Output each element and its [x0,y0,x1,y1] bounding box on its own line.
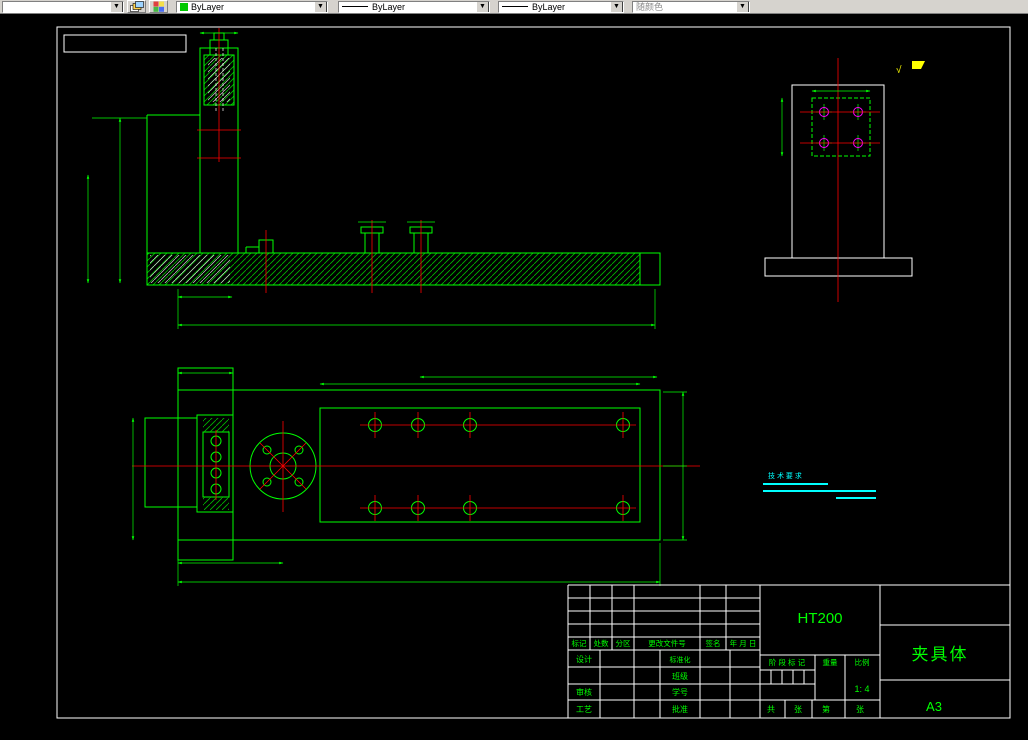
bolt-holes [816,104,866,151]
color-swatch [180,2,188,11]
lineweight-combo[interactable]: ByLayer ▼ [498,0,624,13]
layer-states-icon[interactable] [149,0,168,13]
svg-text:√: √ [896,64,902,76]
layer-combo[interactable]: ▼ [2,0,124,13]
label-check: 审核 [576,687,592,697]
hdr-date: 年 月 日 [730,638,757,648]
properties-toolbar: ▼ ByLayer ▼ ByLayer ▼ ByLayer ▼ 随颜色 ▼ [0,0,1028,14]
label-standardization: 标准化 [670,655,691,664]
hdr-sign: 签名 [706,638,721,648]
cad-drawing[interactable]: √ 技 术 要 求 标记 处数 分区 更改文件号 签名 年 月 日 设计 标准化… [0,14,1028,735]
layers-icon [129,1,144,12]
linetype-combo-value: ByLayer [372,1,406,12]
column-footprint [177,367,234,561]
drawing-canvas[interactable]: √ 技 术 要 求 标记 处数 分区 更改文件号 签名 年 月 日 设计 标准化… [0,14,1028,735]
label-approve: 批准 [672,704,688,714]
base-outline [764,257,913,277]
linetype-sample [342,6,368,7]
sheets-ordinal: 第 [822,704,830,714]
label-scale: 比例 [855,657,870,667]
color-combo-value: ByLayer [191,1,225,12]
label-class: 班级 [672,671,688,681]
hdr-count: 处数 [594,638,609,648]
paper-size: A3 [926,699,942,714]
color-combo[interactable]: ByLayer ▼ [176,0,328,13]
chevron-down-icon[interactable]: ▼ [476,1,489,12]
plotstyle-combo: 随颜色 ▼ [632,0,750,13]
finish-flag-icon [912,61,925,69]
scale-value: 1: 4 [854,684,869,694]
side-view[interactable] [764,58,913,302]
lineweight-combo-value: ByLayer [532,1,566,12]
plan-view[interactable] [131,367,700,586]
sheets-unit2: 张 [856,705,864,714]
label-design: 设计 [576,654,592,664]
title-block[interactable]: 标记 处数 分区 更改文件号 签名 年 月 日 设计 标准化 班级 审核 学号 … [567,584,1010,718]
dimensions [780,89,871,157]
chevron-down-icon[interactable]: ▼ [610,1,623,12]
notes-title: 技 术 要 求 [768,471,802,480]
label-stage-mark: 阶 段 标 记 [769,657,806,667]
color-grid-icon [153,1,164,12]
layer-manager-icon[interactable] [127,0,146,13]
label-student-no: 学号 [672,687,688,697]
label-process: 工艺 [576,705,592,714]
surface-finish-symbol[interactable]: √ [896,61,925,76]
left-bracket [144,417,198,508]
revision-box [63,34,187,53]
chevron-down-icon: ▼ [736,1,749,12]
linetype-combo[interactable]: ByLayer ▼ [338,0,490,13]
lineweight-sample [502,6,528,7]
chevron-down-icon[interactable]: ▼ [314,1,327,12]
sheets-total: 共 [767,705,775,714]
part-name: 夹具体 [912,645,969,664]
hdr-mark: 标记 [572,638,587,648]
hdr-docno: 更改文件号 [648,638,686,648]
tech-notes[interactable]: 技 术 要 求 [763,471,876,499]
chevron-down-icon[interactable]: ▼ [110,1,123,12]
plate-holes [368,418,630,515]
centerlines [800,58,880,302]
plotstyle-combo-value: 随颜色 [636,1,664,12]
bolt-pattern-box [811,97,871,157]
front-view[interactable] [86,28,661,329]
material-text: HT200 [797,610,842,627]
sheets-unit1: 张 [794,705,802,714]
label-weight: 重量 [823,658,838,667]
hdr-zone: 分区 [616,639,631,648]
